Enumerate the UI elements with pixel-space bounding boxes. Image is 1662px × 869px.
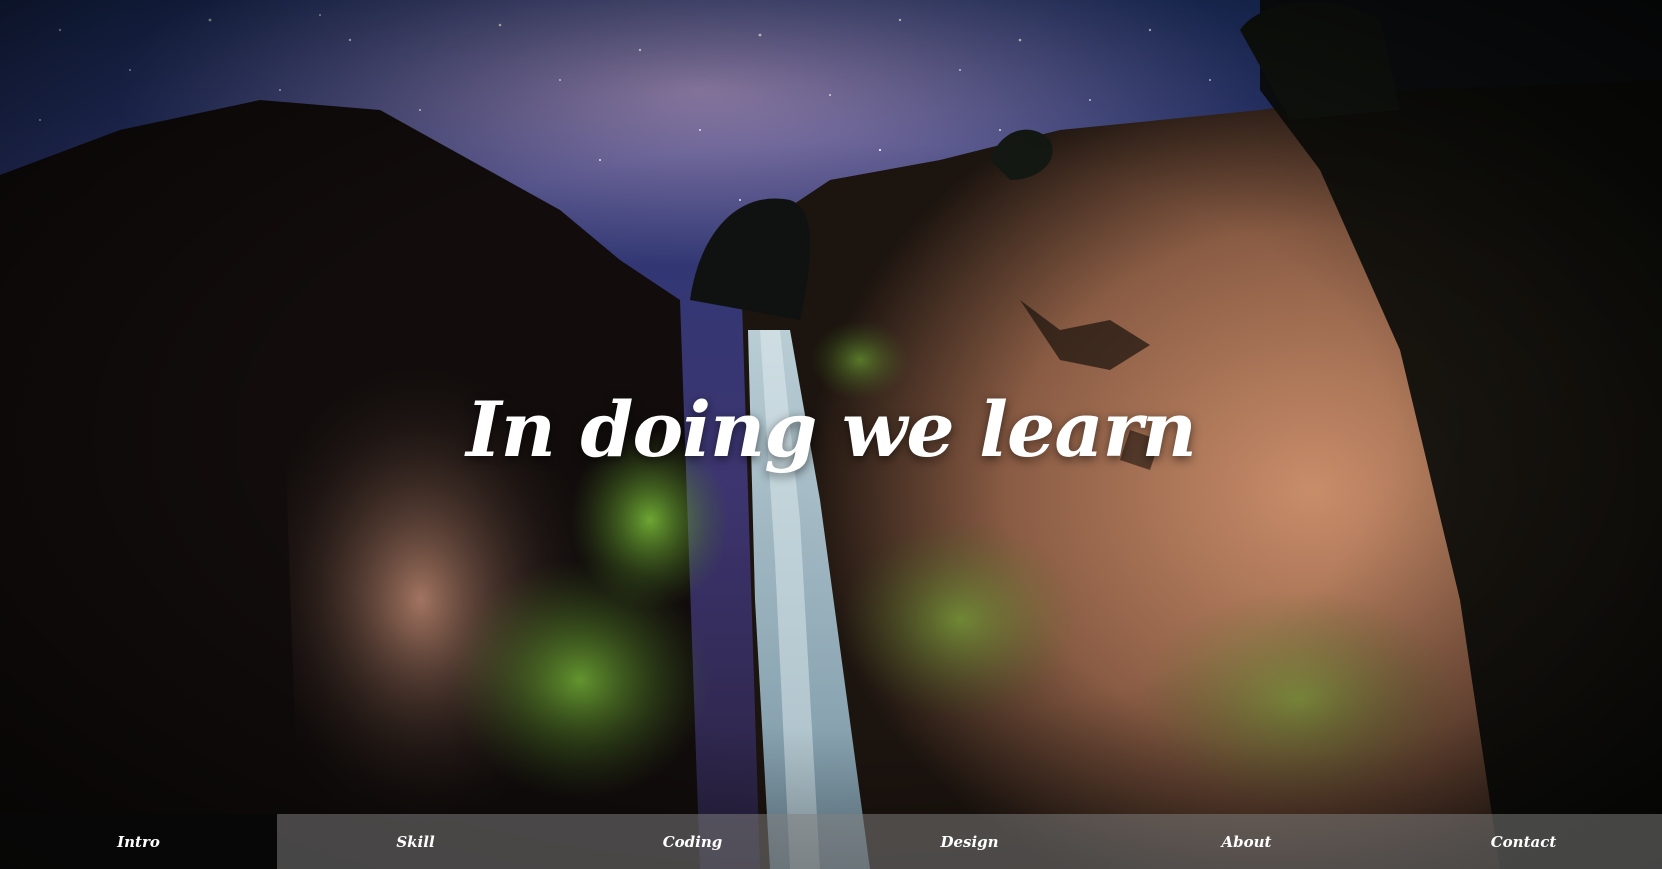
nav-item-contact[interactable]: Contact <box>1385 814 1662 869</box>
nav-item-about[interactable]: About <box>1108 814 1385 869</box>
nav-item-intro[interactable]: Intro <box>0 814 277 869</box>
nav-item-design[interactable]: Design <box>831 814 1108 869</box>
nav-item-skill[interactable]: Skill <box>277 814 554 869</box>
nav-item-coding[interactable]: Coding <box>554 814 831 869</box>
page: In doing we learn Intro Skill Coding Des… <box>0 0 1662 869</box>
bottom-navigation-bar: Intro Skill Coding Design About Contact <box>0 814 1662 869</box>
hero-title: In doing we learn <box>466 385 1197 474</box>
